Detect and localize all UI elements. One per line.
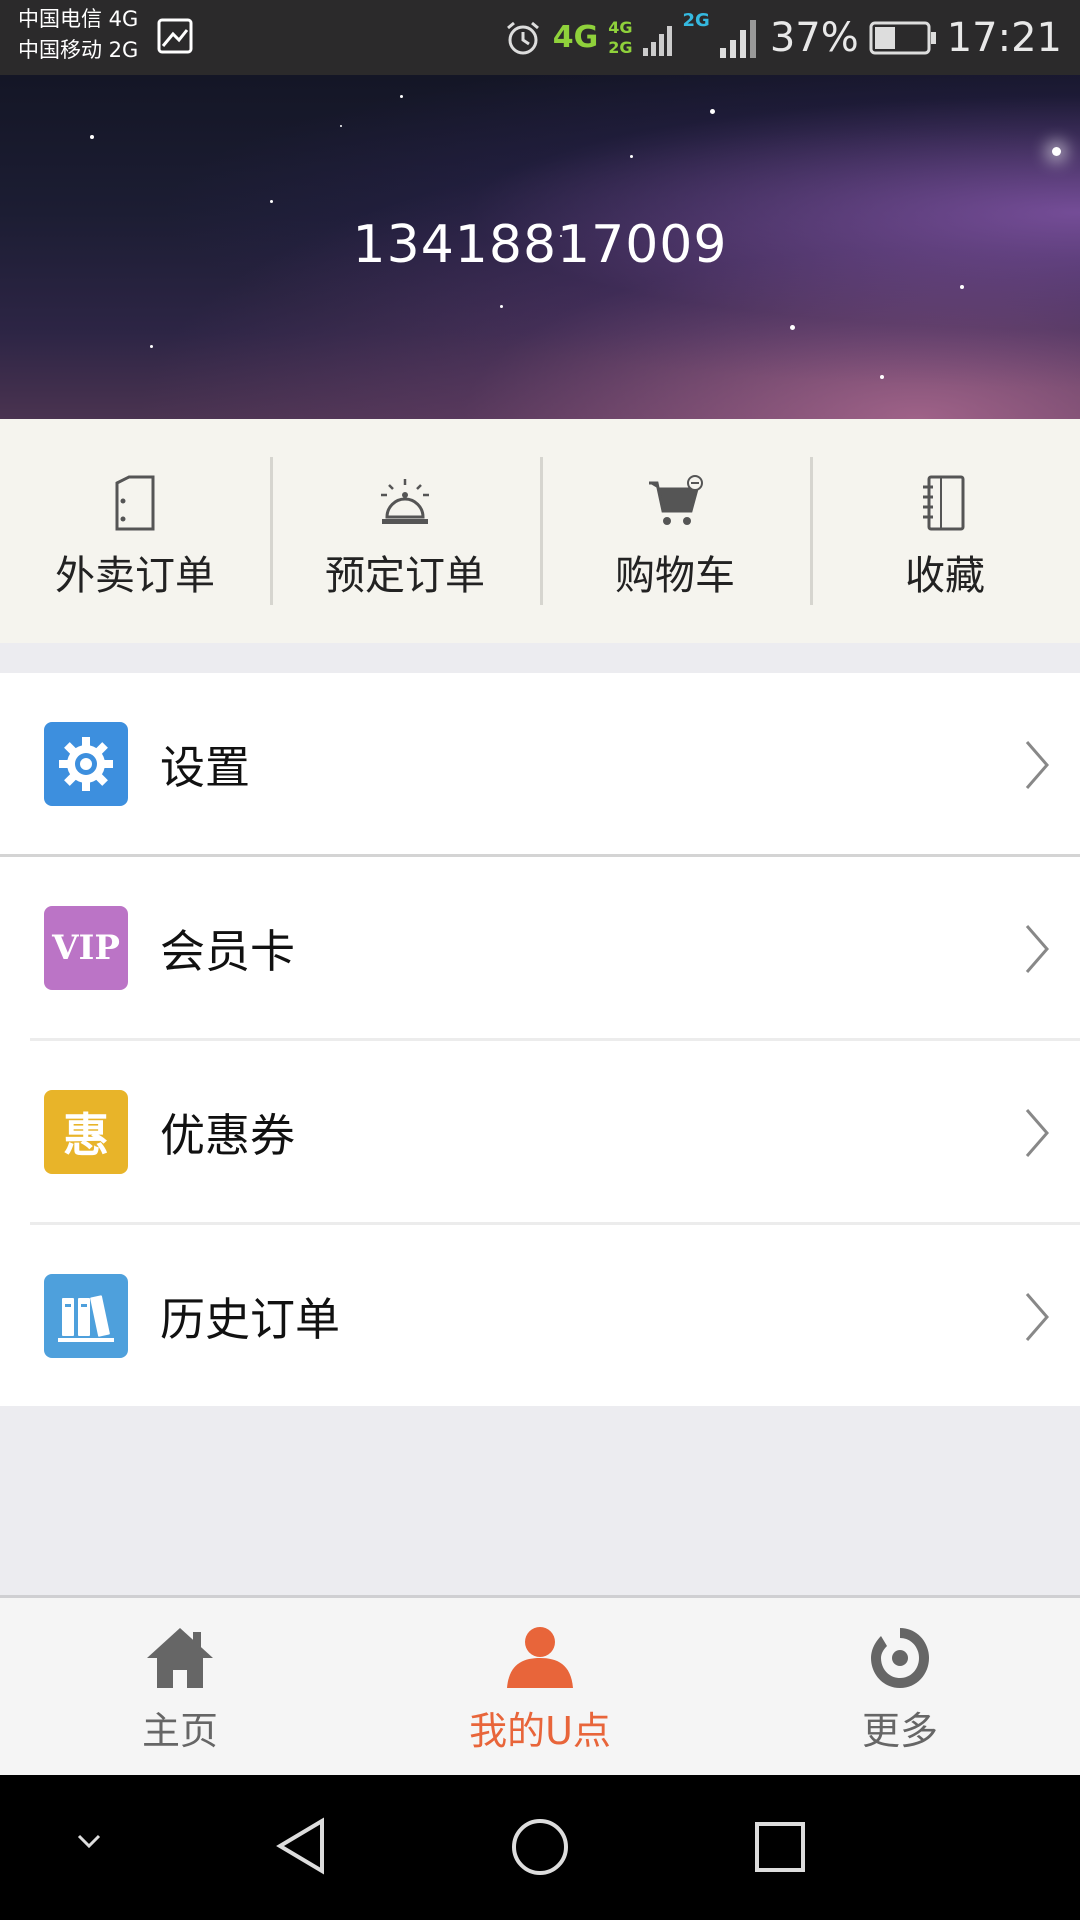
tab-label: 主页 <box>141 1709 218 1753</box>
quick-action-favorites[interactable]: 收藏 <box>810 419 1080 643</box>
star <box>630 155 633 158</box>
menu-item-label: 会员卡 <box>160 925 296 978</box>
user-icon <box>507 1627 573 1688</box>
menu-item-label: 设置 <box>160 741 251 794</box>
star <box>150 345 153 348</box>
chevron-right-icon <box>1025 1109 1049 1157</box>
menu-item-label: 历史订单 <box>160 1293 341 1346</box>
favorites-notebook-icon <box>923 475 965 531</box>
vip-badge-text: VIP <box>52 927 120 968</box>
carrier-info: 中国电信 4G 中国移动 2G <box>18 4 138 66</box>
menu-item-order-history[interactable]: 历史订单 <box>0 1225 1080 1406</box>
star <box>880 375 884 379</box>
more-icon <box>871 1628 929 1688</box>
account-menu-list: 设置 VIP 会员卡 惠 优惠券 历史订单 <box>0 673 1080 1406</box>
user-phone-number: 13418817009 <box>352 215 728 275</box>
clock: 17:21 <box>946 14 1062 61</box>
coupon-badge-text: 惠 <box>63 1107 109 1162</box>
quick-action-shopping-cart[interactable]: 购物车 <box>540 419 810 643</box>
star <box>270 200 273 203</box>
star <box>340 125 342 127</box>
status-bar: 中国电信 4G 中国移动 2G 4G 4G 2G 2G 37% 17:21 <box>0 0 1080 75</box>
quick-action-label: 外卖订单 <box>55 553 215 599</box>
star <box>1052 147 1061 156</box>
star <box>710 109 715 114</box>
coupon-icon: 惠 <box>44 1089 128 1174</box>
gallery-icon <box>157 18 193 54</box>
recent-apps-icon[interactable] <box>754 1821 806 1873</box>
chevron-right-icon <box>1025 1293 1049 1341</box>
signal-bars-icon-1 <box>642 25 672 56</box>
carrier-2: 中国移动 2G <box>18 38 139 62</box>
menu-item-coupons[interactable]: 惠 优惠券 <box>0 1041 1080 1222</box>
home-nav-icon[interactable] <box>510 1817 570 1877</box>
battery-percent: 37% <box>769 14 859 61</box>
hide-nav-chevron-icon[interactable] <box>76 1833 102 1851</box>
star <box>90 135 94 139</box>
signal-bars-icon-2 <box>719 19 756 58</box>
reservation-bell-icon <box>381 479 429 524</box>
tab-label: 更多 <box>861 1709 938 1753</box>
tab-more[interactable]: 更多 <box>720 1598 1080 1775</box>
quick-action-delivery-orders[interactable]: 外卖订单 <box>0 419 270 643</box>
history-books-icon <box>44 1273 128 1358</box>
quick-action-label: 预定订单 <box>325 553 485 599</box>
network-4g-label: 4G <box>552 20 599 55</box>
star <box>400 95 403 98</box>
tab-label: 我的U点 <box>469 1709 611 1753</box>
delivery-order-icon <box>115 475 155 531</box>
quick-actions-bar: 外卖订单 预定订单 购物车 收藏 <box>0 419 1080 643</box>
bottom-tab-bar: 主页 我的U点 更多 <box>0 1595 1080 1775</box>
star <box>960 285 964 289</box>
star <box>790 325 795 330</box>
menu-item-membership-card[interactable]: VIP 会员卡 <box>0 857 1080 1038</box>
star <box>500 305 503 308</box>
settings-gear-icon <box>44 721 128 806</box>
network-2g-label: 2G <box>682 10 710 31</box>
network-dual-indicator: 4G 2G <box>608 17 633 57</box>
chevron-right-icon <box>1025 741 1049 789</box>
back-icon[interactable] <box>274 1817 326 1875</box>
shopping-cart-icon <box>649 475 703 525</box>
alarm-icon <box>506 21 539 54</box>
battery-icon <box>869 21 936 54</box>
quick-action-label: 收藏 <box>905 553 985 599</box>
tab-home[interactable]: 主页 <box>0 1598 360 1775</box>
carrier-1: 中国电信 4G <box>18 7 139 31</box>
chevron-right-icon <box>1025 925 1049 973</box>
system-navigation-bar <box>0 1775 1080 1920</box>
profile-header-banner: 13418817009 <box>0 75 1080 419</box>
menu-item-settings[interactable]: 设置 <box>0 673 1080 854</box>
menu-item-label: 优惠券 <box>160 1109 296 1162</box>
quick-action-label: 购物车 <box>615 553 735 599</box>
quick-action-reservation-orders[interactable]: 预定订单 <box>270 419 540 643</box>
home-icon <box>147 1628 213 1688</box>
vip-icon: VIP <box>44 905 128 990</box>
tab-my-u-points[interactable]: 我的U点 <box>360 1598 720 1775</box>
